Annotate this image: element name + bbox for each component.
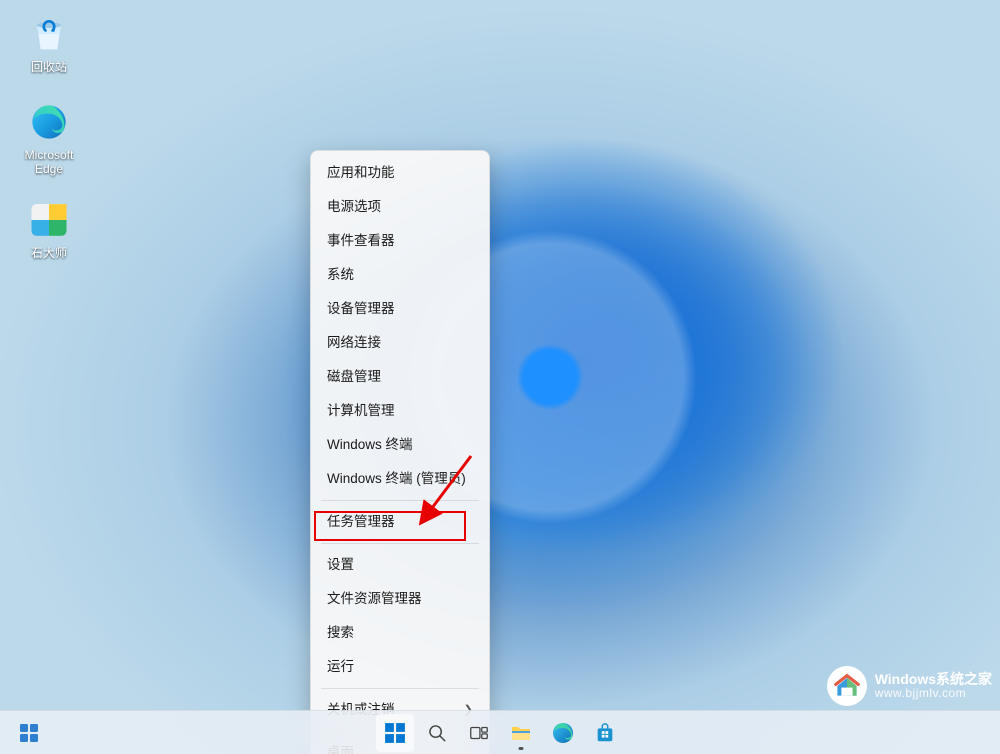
microsoft-store-icon <box>594 722 616 744</box>
menu-item-power-options[interactable]: 电源选项 <box>311 190 489 224</box>
menu-separator <box>321 500 479 501</box>
taskbar-pinned-edge[interactable] <box>544 714 582 752</box>
menu-item-windows-terminal-admin[interactable]: Windows 终端 (管理员) <box>311 462 489 496</box>
menu-item-run[interactable]: 运行 <box>311 650 489 684</box>
menu-item-disk-management[interactable]: 磁盘管理 <box>311 360 489 394</box>
taskbar-search-button[interactable] <box>418 714 456 752</box>
menu-item-system[interactable]: 系统 <box>311 258 489 292</box>
menu-item-computer-management[interactable]: 计算机管理 <box>311 394 489 428</box>
taskbar-widgets-button[interactable] <box>10 714 48 752</box>
desktop-icon-edge[interactable]: Microsoft Edge <box>14 96 84 180</box>
menu-item-settings[interactable]: 设置 <box>311 548 489 582</box>
desktop-icon-label: 回收站 <box>31 60 67 74</box>
search-icon <box>426 722 448 744</box>
watermark-subtitle: www.bjjmlv.com <box>875 687 992 701</box>
menu-separator <box>321 543 479 544</box>
desktop[interactable]: 回收站 Microsoft Edge <box>0 0 1000 754</box>
watermark-logo-icon <box>827 666 867 706</box>
taskbar-task-view-button[interactable] <box>460 714 498 752</box>
file-explorer-icon <box>509 721 533 745</box>
task-view-icon <box>468 722 490 744</box>
menu-item-device-manager[interactable]: 设备管理器 <box>311 292 489 326</box>
taskbar-start-button[interactable] <box>376 714 414 752</box>
shidashi-icon <box>27 198 71 242</box>
menu-separator <box>321 688 479 689</box>
taskbar-pinned-store[interactable] <box>586 714 624 752</box>
desktop-icon-recycle-bin[interactable]: 回收站 <box>14 8 84 78</box>
menu-item-event-viewer[interactable]: 事件查看器 <box>311 224 489 258</box>
menu-item-file-explorer[interactable]: 文件资源管理器 <box>311 582 489 616</box>
edge-icon <box>27 100 71 144</box>
desktop-icon-shidashi[interactable]: 石大师 <box>14 194 84 264</box>
menu-item-windows-terminal[interactable]: Windows 终端 <box>311 428 489 462</box>
watermark: Windows系统之家 www.bjjmlv.com <box>827 666 992 706</box>
edge-icon <box>551 721 575 745</box>
taskbar <box>0 710 1000 754</box>
watermark-title: Windows系统之家 <box>875 671 992 687</box>
menu-item-apps-and-features[interactable]: 应用和功能 <box>311 156 489 190</box>
desktop-icon-label: Microsoft Edge <box>16 148 82 176</box>
winx-context-menu: 应用和功能 电源选项 事件查看器 系统 设备管理器 网络连接 磁盘管理 计算机管… <box>310 150 490 754</box>
widgets-icon <box>19 723 39 743</box>
desktop-icon-label: 石大师 <box>31 246 67 260</box>
windows-start-icon <box>384 722 406 744</box>
recycle-bin-icon <box>27 12 71 56</box>
menu-item-network-connections[interactable]: 网络连接 <box>311 326 489 360</box>
menu-item-task-manager[interactable]: 任务管理器 <box>311 505 489 539</box>
menu-item-search[interactable]: 搜索 <box>311 616 489 650</box>
taskbar-pinned-file-explorer[interactable] <box>502 714 540 752</box>
